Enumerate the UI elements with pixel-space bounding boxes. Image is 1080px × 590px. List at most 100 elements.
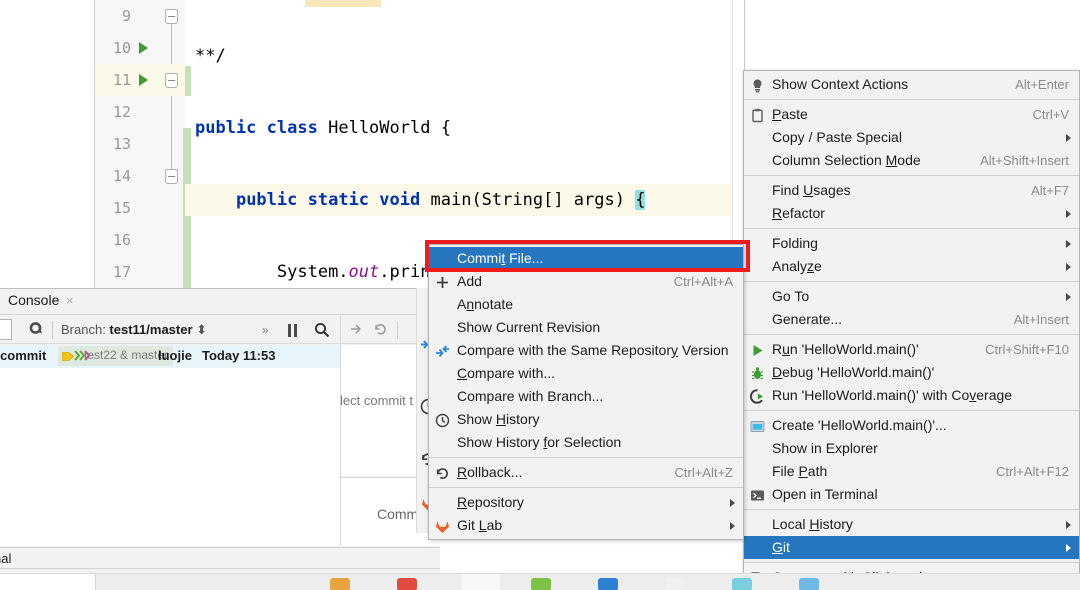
taskbar-active-app[interactable] [462,574,500,590]
menu-item-label: Commit File... [457,250,543,266]
menu-item-shortcut: Alt+Enter [1015,73,1069,96]
close-icon[interactable]: × [66,293,74,308]
run-gutter-icon[interactable] [139,74,148,86]
project-pane[interactable] [0,0,95,288]
menu-item-add[interactable]: AddCtrl+Alt+A [429,270,743,293]
menu-item-label: Git Lab [457,517,502,533]
toolbar-divider [52,321,53,339]
taskbar[interactable] [0,573,1080,590]
menu-separator [744,509,1079,510]
menu-item-label: Annotate [457,296,513,312]
chevron-right-icon [1066,263,1071,271]
menu-item-folding[interactable]: Folding [744,232,1079,255]
menu-item-show-current-revision[interactable]: Show Current Revision [429,316,743,339]
branch-chevrons-icon [74,349,94,362]
line-number: 16 [113,224,131,256]
menu-item-debug-helloworld-main[interactable]: Debug 'HelloWorld.main()' [744,361,1079,384]
taskbar-start-area[interactable] [0,574,96,590]
overflow-icon[interactable]: » [262,323,269,337]
gear-icon[interactable] [29,322,43,336]
menu-item-rollback[interactable]: Rollback...Ctrl+Alt+Z [429,461,743,484]
menu-item-show-history[interactable]: Show History [429,408,743,431]
line-number: 13 [113,128,131,160]
line-number: 12 [113,96,131,128]
menu-item-copy-paste-special[interactable]: Copy / Paste Special [744,126,1079,149]
menu-item-show-in-explorer[interactable]: Show in Explorer [744,437,1079,460]
fold-toggle-icon[interactable] [165,169,178,184]
pause-icon[interactable] [288,324,298,337]
menu-item-show-context-actions[interactable]: Show Context Actions Alt+Enter [744,73,1079,96]
debug-icon [750,365,765,380]
menu-item-label: Create 'HelloWorld.main()'... [772,417,947,433]
taskbar-app-icon[interactable] [397,578,417,590]
taskbar-app-icon[interactable] [598,578,618,590]
taskbar-app-icon[interactable] [531,578,551,590]
menu-item-find-usages[interactable]: Find UsagesAlt+F7 [744,179,1079,202]
menu-item-label: Generate... [772,311,842,327]
menu-item-label: Debug 'HelloWorld.main()' [772,364,934,380]
menu-item-refactor[interactable]: Refactor [744,202,1079,225]
search-icon[interactable] [314,322,330,338]
editor-context-menu[interactable]: Show Context Actions Alt+Enter PasteCtrl+V… [743,70,1080,590]
menu-item-shortcut: Alt+F7 [1031,179,1069,202]
menu-separator [429,457,743,458]
lightbulb-icon [750,77,765,92]
git-submenu[interactable]: Commit File... AddCtrl+Alt+A Annotate Show … [428,244,744,540]
chevron-right-icon [1066,544,1071,552]
menu-item-label: Column Selection Mode [772,152,921,168]
menu-item-annotate[interactable]: Annotate [429,293,743,316]
menu-item-create-helloworld-main[interactable]: Create 'HelloWorld.main()'... [744,414,1079,437]
menu-item-label: Show Current Revision [457,319,600,335]
menu-item-generate[interactable]: Generate...Alt+Insert [744,308,1079,331]
menu-item-repository[interactable]: Repository [429,491,743,514]
menu-item-show-history-for-selection[interactable]: Show History for Selection [429,431,743,454]
branch-selector[interactable]: Branch: test11/master ⬍ [61,322,207,338]
run-gutter-icon[interactable] [139,42,148,54]
menu-item-column-selection-mode[interactable]: Column Selection ModeAlt+Shift+Insert [744,149,1079,172]
terminal-icon [750,487,765,502]
menu-separator [744,281,1079,282]
terminal-tab-strip[interactable]: nal [0,547,440,569]
menu-item-label: File Path [772,463,827,479]
menu-item-go-to[interactable]: Go To [744,285,1079,308]
revert-icon[interactable] [373,322,388,342]
bottom-tool-window: Console × Branch: test11/master ⬍ » [0,288,440,590]
commit-log-table[interactable]: ial commit test22 & master luojie Today … [0,345,340,546]
menu-item-git[interactable]: Git [744,536,1079,559]
chevron-right-icon [1066,134,1071,142]
code-token: HelloWorld { [328,118,451,138]
table-row[interactable]: ial commit test22 & master luojie Today … [0,345,340,368]
menu-item-paste[interactable]: PasteCtrl+V [744,103,1079,126]
menu-item-file-path[interactable]: File PathCtrl+Alt+F12 [744,460,1079,483]
menu-item-run-helloworld-main-with-coverage[interactable]: Run 'HelloWorld.main()' with Coverage [744,384,1079,407]
menu-item-label: Run 'HelloWorld.main()' with Coverage [772,387,1012,403]
tab-console[interactable]: Console [8,292,59,308]
branch-name: test11/master [109,322,192,337]
ide-window: 9 10 11 12 13 14 15 16 17 **/ public cla… [0,0,1080,590]
clipboard-icon [750,107,765,122]
cherry-pick-icon[interactable] [349,322,364,342]
menu-item-open-in-terminal[interactable]: Open in Terminal [744,483,1079,506]
menu-item-compare-with[interactable]: Compare with... [429,362,743,385]
menu-item-git-lab[interactable]: Git Lab [429,514,743,537]
code-token-brace: { [635,190,645,210]
menu-item-commit-file[interactable]: Commit File... [429,247,743,270]
menu-item-label: Copy / Paste Special [772,129,902,145]
code-token: **/ [195,46,226,66]
menu-item-compare-with-branch[interactable]: Compare with Branch... [429,385,743,408]
taskbar-app-icon[interactable] [799,578,819,590]
tab-terminal[interactable]: nal [0,551,11,566]
code-token: public [236,190,297,210]
fold-toggle-icon[interactable] [165,9,178,24]
fold-toggle-icon[interactable] [165,73,178,88]
menu-item-run-helloworld-main[interactable]: Run 'HelloWorld.main()'Ctrl+Shift+F10 [744,338,1079,361]
menu-item-analyze[interactable]: Analyze [744,255,1079,278]
menu-item-local-history[interactable]: Local History [744,513,1079,536]
taskbar-app-icon[interactable] [665,578,685,590]
menu-item-compare-with-the-same-repository-version[interactable]: Compare with the Same Repository Version [429,339,743,362]
taskbar-app-icon[interactable] [330,578,350,590]
taskbar-app-icon[interactable] [732,578,752,590]
menu-item-label: Show Context Actions [772,76,908,92]
editor-gutter[interactable]: 9 10 11 12 13 14 15 16 17 [95,0,185,288]
filter-field[interactable] [0,319,12,340]
